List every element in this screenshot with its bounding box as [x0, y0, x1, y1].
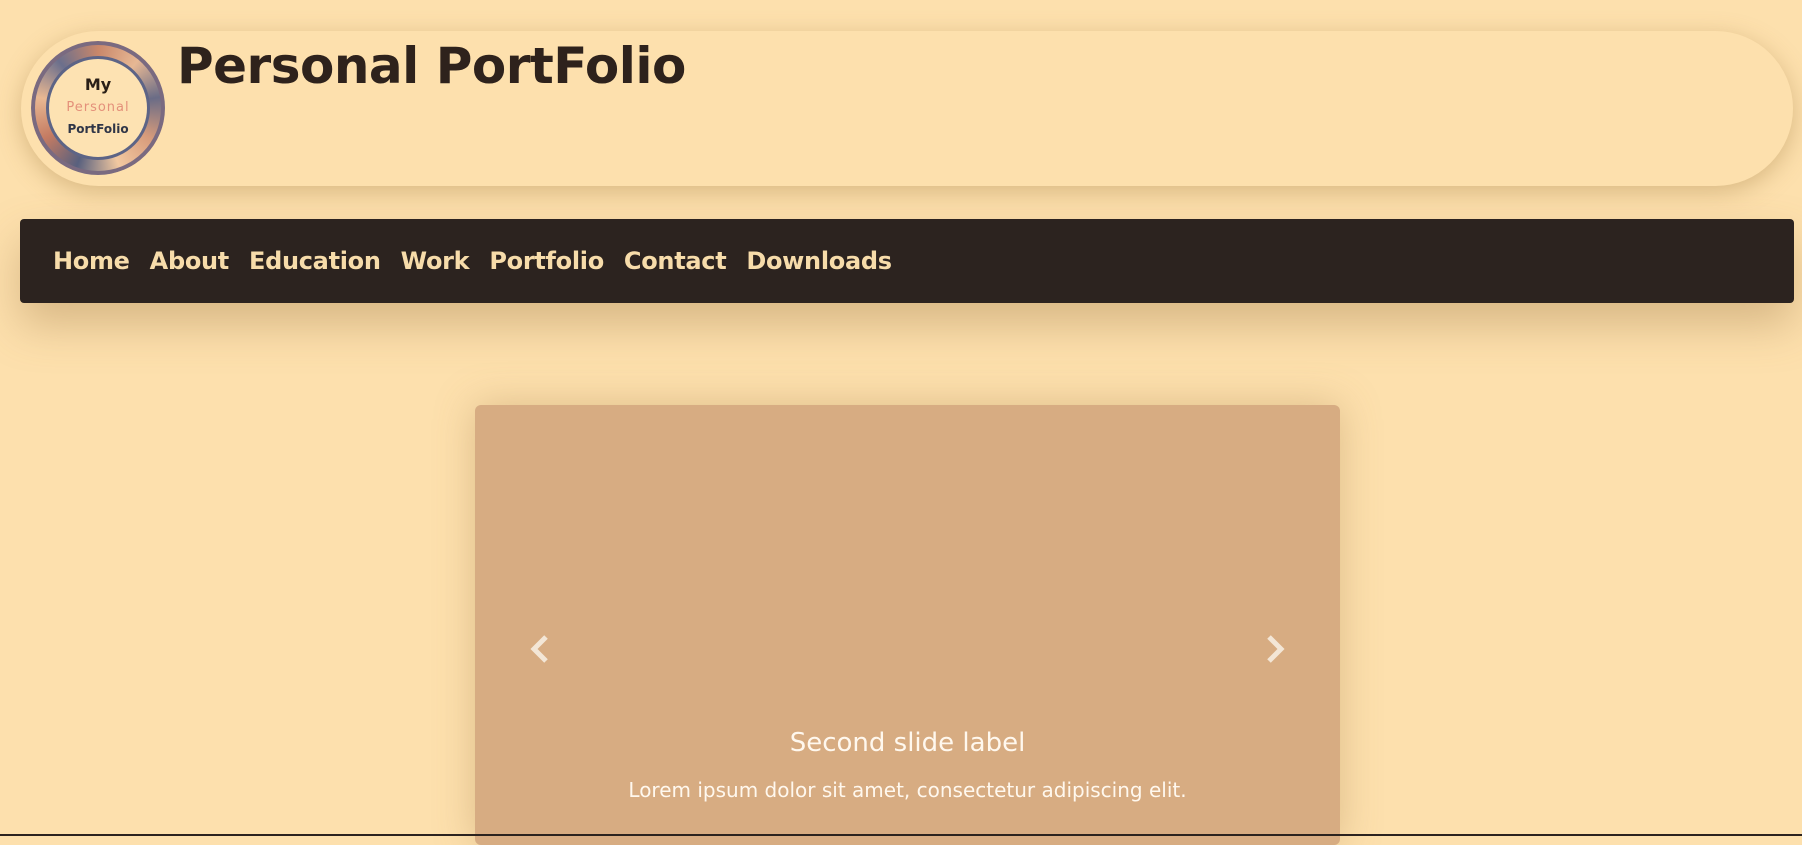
logo-text-personal: Personal — [66, 100, 130, 115]
site-header: My Personal PortFolio Personal PortFolio — [21, 31, 1793, 186]
logo-text-my: My — [84, 75, 112, 94]
main-navbar: Home About Education Work Portfolio Cont… — [20, 219, 1794, 303]
nav-link-work[interactable]: Work — [401, 247, 470, 275]
nav-link-contact[interactable]: Contact — [624, 247, 727, 275]
site-logo[interactable]: My Personal PortFolio — [31, 41, 165, 175]
nav-link-about[interactable]: About — [150, 247, 230, 275]
nav-link-home[interactable]: Home — [53, 247, 130, 275]
nav-link-education[interactable]: Education — [249, 247, 381, 275]
nav-list: Home About Education Work Portfolio Cont… — [53, 219, 912, 303]
image-carousel: Second slide label Lorem ipsum dolor sit… — [475, 405, 1340, 845]
carousel-caption-title: Second slide label — [789, 728, 1026, 758]
logo-text-portfolio: PortFolio — [67, 122, 129, 136]
carousel-prev-button[interactable] — [520, 629, 560, 669]
carousel-next-button[interactable] — [1255, 629, 1295, 669]
carousel-caption-text: Lorem ipsum dolor sit amet, consectetur … — [628, 778, 1187, 802]
chevron-left-icon — [530, 635, 548, 663]
chevron-right-icon — [1267, 635, 1285, 663]
page-title: Personal PortFolio — [177, 37, 686, 95]
nav-link-portfolio[interactable]: Portfolio — [489, 247, 604, 275]
nav-link-downloads[interactable]: Downloads — [746, 247, 892, 275]
